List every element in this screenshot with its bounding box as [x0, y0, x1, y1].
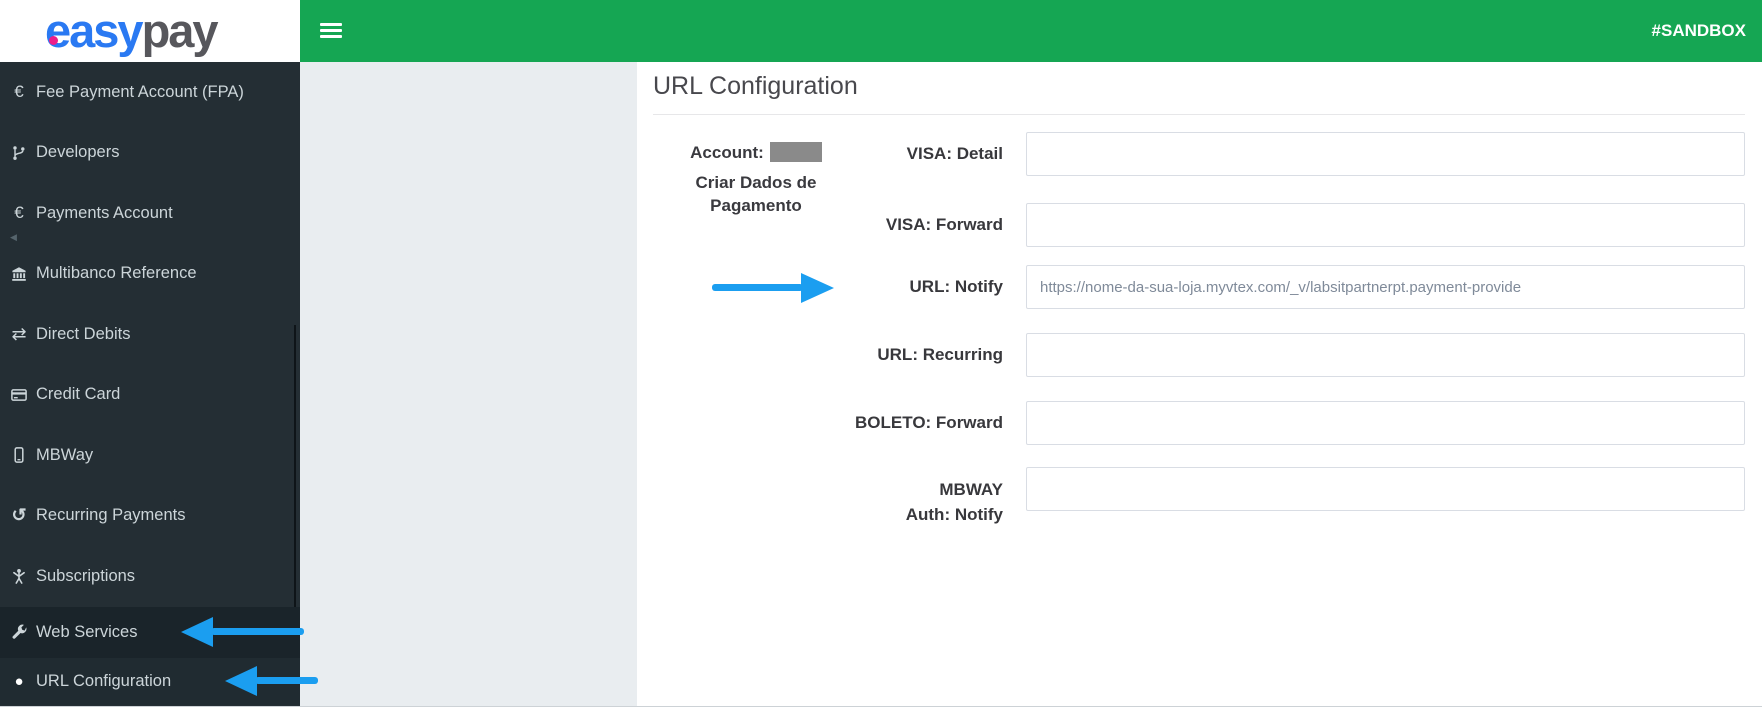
boleto-forward-input[interactable]	[1026, 401, 1745, 445]
easypay-logo: easypay	[45, 2, 219, 60]
form-row: MBWAY Auth: Notify	[640, 467, 1748, 524]
sidebar-item-mbway[interactable]: MBWay	[0, 425, 300, 486]
sandbox-badge: #SANDBOX	[1651, 21, 1746, 40]
collapsed-panel	[300, 62, 637, 706]
url-recurring-input[interactable]	[1026, 333, 1745, 377]
history-icon: ↺	[11, 505, 27, 526]
sidebar-item-label: Multibanco Reference	[36, 264, 197, 283]
mobile-phone-icon	[9, 447, 29, 464]
sidebar-item-payments-account[interactable]: € Payments Account ◀	[0, 183, 300, 244]
visa-detail-input[interactable]	[1026, 132, 1745, 176]
sidebar-item-label: Fee Payment Account (FPA)	[36, 82, 244, 101]
top-bar: #SANDBOX	[300, 0, 1762, 62]
sidebar-item-label: Recurring Payments	[36, 506, 186, 525]
wrench-icon	[9, 624, 29, 640]
logo-text-pay: pay	[141, 4, 219, 57]
main-content: URL Configuration Account: Criar Dados d…	[637, 62, 1762, 706]
hamburger-menu-icon[interactable]	[320, 23, 342, 39]
boleto-forward-label: BOLETO: Forward	[855, 413, 1003, 432]
app-window: easypay #SANDBOX € Fee Payment Account (…	[0, 0, 1762, 724]
form-row: BOLETO: Forward	[640, 401, 1748, 445]
sidebar-item-label: MBWay	[36, 445, 94, 464]
collapse-caret-icon[interactable]: ◀	[10, 232, 17, 243]
mbway-auth-notify-label: MBWAY Auth: Notify	[905, 480, 1003, 524]
url-recurring-label: URL: Recurring	[877, 345, 1003, 364]
bank-icon	[9, 266, 29, 282]
page-bottom-strip	[0, 706, 1762, 724]
visa-forward-label: VISA: Forward	[885, 215, 1003, 234]
transfer-arrows-icon: ⇄	[11, 323, 27, 344]
person-icon	[9, 568, 29, 585]
form-row: VISA: Detail	[640, 132, 1748, 176]
sidebar-item-label: Payments Account	[36, 203, 173, 222]
visa-forward-input[interactable]	[1026, 203, 1745, 247]
logo-pink-dot	[49, 36, 58, 45]
mbway-auth-notify-input[interactable]	[1026, 467, 1745, 511]
sidebar-item-credit-card[interactable]: Credit Card	[0, 365, 300, 426]
sidebar-item-label: URL Configuration	[36, 671, 172, 690]
logo-text-easy: easy	[45, 4, 144, 57]
title-divider	[653, 114, 1745, 115]
page-title: URL Configuration	[653, 72, 858, 100]
sidebar-item-subscriptions[interactable]: Subscriptions	[0, 546, 300, 607]
euro-icon: €	[14, 82, 24, 102]
sidebar-item-label: Web Services	[36, 622, 138, 641]
euro-icon: €	[14, 203, 24, 223]
sidebar-item-recurring-payments[interactable]: ↺ Recurring Payments	[0, 486, 300, 547]
sidebar: € Fee Payment Account (FPA) Developers €…	[0, 62, 300, 706]
sidebar-item-fee-payment-account[interactable]: € Fee Payment Account (FPA)	[0, 62, 300, 123]
form-row: VISA: Forward	[640, 203, 1748, 247]
logo-area: easypay	[0, 0, 300, 62]
circle-bullet-icon: ●	[14, 672, 24, 690]
git-branch-icon	[9, 145, 29, 161]
sidebar-scrollbar[interactable]	[294, 325, 296, 607]
sidebar-item-direct-debits[interactable]: ⇄ Direct Debits	[0, 304, 300, 365]
sidebar-item-developers[interactable]: Developers	[0, 123, 300, 184]
credit-card-icon	[9, 387, 29, 403]
sidebar-item-label: Direct Debits	[36, 324, 131, 343]
sidebar-item-label: Subscriptions	[36, 566, 136, 585]
visa-detail-label: VISA: Detail	[906, 144, 1003, 163]
url-notify-input[interactable]	[1026, 265, 1745, 309]
sidebar-item-multibanco-reference[interactable]: Multibanco Reference	[0, 244, 300, 305]
form-row: URL: Recurring	[640, 333, 1748, 377]
sidebar-item-label: Developers	[36, 143, 120, 162]
sidebar-item-label: Credit Card	[36, 385, 121, 404]
